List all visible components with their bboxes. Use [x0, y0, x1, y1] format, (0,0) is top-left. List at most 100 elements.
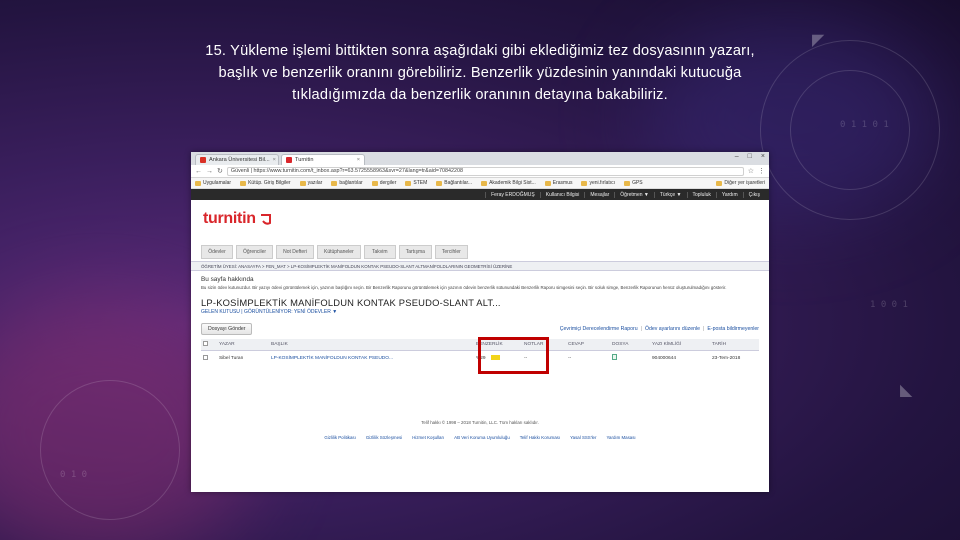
footer-link[interactable]: Gizlilik Politikası [324, 435, 355, 440]
paper-title-link[interactable]: LP-KOSİMPLEKTİK MANİFOLDUN KONTAK PSEUDO… [269, 351, 474, 366]
tab-preferences[interactable]: Tercihler [434, 245, 468, 259]
about-title: Bu sayfa hakkında [201, 276, 254, 283]
bookmark-item[interactable]: yeni.fırlatıcı [581, 180, 615, 186]
folder-icon [544, 180, 551, 186]
edit-assignment-settings-link[interactable]: Ödev ayarlarını düzenle [645, 326, 700, 332]
folder-icon [371, 180, 378, 186]
role-dropdown[interactable]: Öğretmen ▼ [614, 191, 654, 198]
bookmark-label: Erasmus [552, 180, 573, 186]
folder-icon [405, 180, 412, 186]
inbox-toolbar: Dosyayı Gönder Çevrimiçi Derecelendirme … [201, 323, 759, 335]
submit-file-button[interactable]: Dosyayı Gönder [201, 323, 253, 335]
user-info-link[interactable]: Kullanıcı Bilgisi [539, 191, 585, 198]
university-favicon-icon [200, 157, 206, 163]
bookmark-label: Diğer yer işaretleri [724, 180, 765, 186]
bookmark-item[interactable]: Erasmus [544, 180, 573, 186]
bookmark-label: dergiler [379, 180, 397, 186]
column-header[interactable]: CEVAP [566, 339, 610, 351]
url-input[interactable]: Güvenli | https://www.turnitin.com/t_inb… [226, 166, 744, 176]
bookmarks-bar: Uygulamalar Kütüp. Giriş Bilgiler yazıla… [191, 178, 769, 189]
help-link[interactable]: Yardım [715, 191, 743, 198]
apps-icon [195, 180, 201, 186]
tab-assignments[interactable]: Ödevler [201, 245, 233, 259]
response-cell: -- [568, 355, 572, 361]
column-header[interactable]: YAZI KİMLİĞİ [650, 339, 710, 351]
bookmark-item[interactable]: dergiler [371, 180, 397, 186]
select-all-checkbox[interactable] [201, 339, 217, 351]
breadcrumb[interactable]: ÖĞRETİM ÜYESİ: ANASAYFA > FEN_MAT > LP-K… [191, 261, 769, 271]
copyright-text: Telif hakkı © 1998 – 2018 Turnitin, LLC.… [421, 420, 539, 425]
star-icon[interactable]: ☆ [748, 167, 754, 175]
bookmark-label: Uygulamalar [203, 180, 232, 186]
tab-students[interactable]: Öğrenciler [236, 245, 274, 259]
column-header[interactable]: DOSYA [610, 339, 650, 351]
about-section: Bu sayfa hakkında Bu sizin ödev kutunuzd… [201, 276, 759, 291]
tab-calendar[interactable]: Takvim [363, 245, 396, 259]
folder-icon [240, 180, 247, 186]
tab-libraries[interactable]: Kütüphaneler [316, 245, 361, 259]
close-tab-icon[interactable]: × [357, 157, 360, 163]
browser-window: Ankara Üniversitesi Bil... × Turnitin × … [191, 152, 769, 492]
download-file-icon[interactable] [612, 354, 617, 360]
bookmark-item[interactable]: yazılar [299, 180, 323, 186]
bookmark-item[interactable]: Kütüp. Giriş Bilgiler [240, 180, 291, 186]
close-window-icon[interactable]: × [761, 153, 765, 160]
back-icon[interactable]: ← [195, 168, 202, 175]
footer-link[interactable]: Gizlilik Sözleşmesi [366, 435, 402, 440]
browser-tab[interactable]: Ankara Üniversitesi Bil... × [195, 154, 279, 165]
footer-link[interactable]: Yardım Masası [606, 435, 635, 440]
author-cell: Sibel Turan [219, 355, 244, 361]
footer-link[interactable]: Telif Hakkı Koruması [520, 435, 560, 440]
bookmark-item[interactable]: Diğer yer işaretleri [716, 180, 765, 186]
language-dropdown[interactable]: Türkçe ▼ [653, 191, 687, 198]
folder-icon [299, 180, 306, 186]
forward-icon[interactable]: → [206, 168, 213, 175]
folder-icon [436, 180, 443, 186]
turnitin-user-bar: Feray ERDOĞMUŞ Kullanıcı Bilgisi Mesajla… [191, 189, 769, 200]
footer-link[interactable]: Yasal SSS'ler [570, 435, 596, 440]
minimize-icon[interactable]: – [735, 153, 739, 160]
browser-tab-active[interactable]: Turnitin × [281, 154, 365, 165]
browser-tab-bar: Ankara Üniversitesi Bil... × Turnitin × … [191, 152, 769, 165]
grading-report-link[interactable]: Çevrimiçi Derecelendirme Raporu [560, 326, 638, 332]
caption-line-1: 15. Yükleme işlemi bittikten sonra aşağı… [205, 43, 755, 59]
slide-caption: 15. Yükleme işlemi bittikten sonra aşağı… [160, 40, 800, 106]
row-checkbox[interactable] [201, 351, 217, 366]
column-header[interactable]: TARİH [710, 339, 759, 351]
paper-id-cell: 904000644 [652, 355, 677, 361]
tab-label: Ankara Üniversitesi Bil... [209, 157, 270, 163]
tab-label: Turnitin [295, 157, 314, 163]
bookmark-label: GPS [632, 180, 643, 186]
column-header[interactable]: BAŞLIK [269, 339, 474, 351]
email-non-submitters-link[interactable]: E-posta bildirmeyenler [707, 326, 759, 332]
close-tab-icon[interactable]: × [273, 157, 276, 163]
bookmark-item[interactable]: Akademik Bilgi Sist... [481, 180, 536, 186]
footer-link[interactable]: AB Veri Koruma Uyumluluğu [454, 435, 510, 440]
maximize-icon[interactable]: □ [748, 153, 752, 160]
community-link[interactable]: Topluluk [686, 191, 716, 198]
menu-icon[interactable]: ⋮ [758, 167, 765, 175]
bookmark-item[interactable]: STEM [405, 180, 427, 186]
folder-icon [624, 180, 631, 186]
user-name-link[interactable]: Feray ERDOĞMUŞ [485, 191, 540, 198]
tab-gradebook[interactable]: Not Defteri [276, 245, 314, 259]
turnitin-footer: Telif hakkı © 1998 – 2018 Turnitin, LLC.… [191, 420, 769, 440]
folder-icon [581, 180, 588, 186]
similarity-highlight-box [478, 337, 549, 374]
about-text: Bu sizin ödev kutunuzdur. Bir yazıyı öde… [201, 285, 727, 290]
inbox-filter-dropdown[interactable]: GELEN KUTUSU | GÖRÜNTÜLENİYOR: YENİ ÖDEV… [201, 309, 759, 315]
bookmark-item[interactable]: Bağlantılar... [436, 180, 472, 186]
column-header[interactable]: YAZAR [217, 339, 269, 351]
reload-icon[interactable]: ↻ [217, 167, 223, 175]
bookmark-item[interactable]: GPS [624, 180, 643, 186]
messages-link[interactable]: Mesajlar [584, 191, 614, 198]
bookmark-label: yazılar [307, 180, 323, 186]
footer-link[interactable]: Hizmet Koşulları [412, 435, 444, 440]
tab-discussion[interactable]: Tartışma [398, 245, 432, 259]
logout-link[interactable]: Çıkış [742, 191, 765, 198]
file-cell[interactable] [610, 351, 650, 366]
bookmark-item[interactable]: Uygulamalar [195, 180, 231, 186]
bookmark-item[interactable]: bağlantılar [331, 180, 363, 186]
bookmark-label: STEM [413, 180, 428, 186]
turnitin-logo[interactable]: turnitin [203, 210, 273, 228]
